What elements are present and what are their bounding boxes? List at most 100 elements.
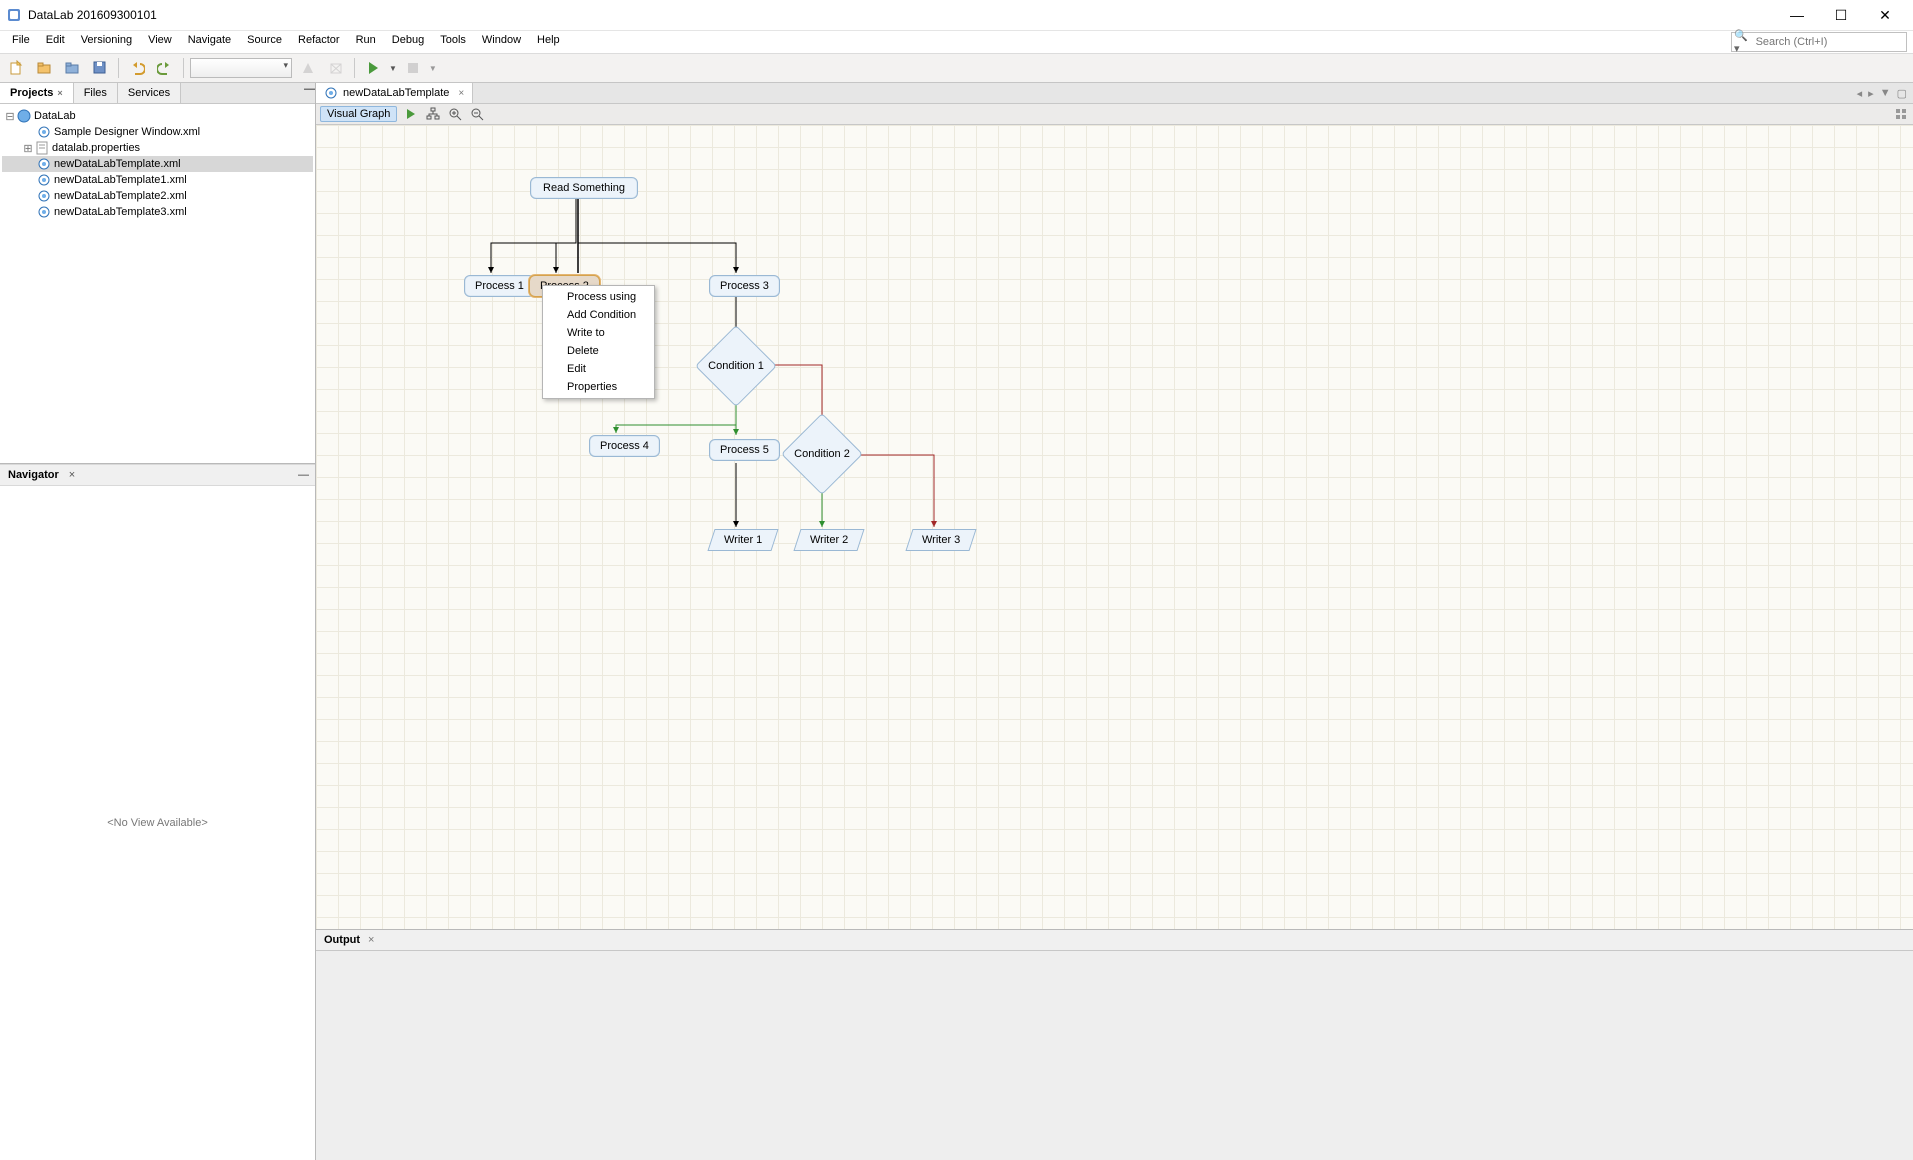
window-minimize-button[interactable]: — <box>1775 1 1819 29</box>
navigator-minimize-icon[interactable]: — <box>292 469 315 481</box>
ctx-write-to[interactable]: Write to <box>543 324 654 342</box>
editor-tab[interactable]: newDataLabTemplate × <box>316 83 473 103</box>
navigator-header: Navigator × — <box>0 464 315 486</box>
tab-scroll-left-icon[interactable]: ◂ <box>1857 87 1863 100</box>
tree-item[interactable]: newDataLabTemplate1.xml <box>2 172 313 188</box>
tab-projects[interactable]: Projects× <box>0 83 74 103</box>
output-panel: Output × <box>316 930 1913 1160</box>
new-project-button[interactable] <box>32 56 56 80</box>
tree-item[interactable]: ⊞ datalab.properties <box>2 140 313 156</box>
tree-item-label: newDataLabTemplate.xml <box>54 158 181 170</box>
tree-item-label: newDataLabTemplate1.xml <box>54 174 187 186</box>
tree-item[interactable]: Sample Designer Window.xml <box>2 124 313 140</box>
xml-file-icon <box>36 172 52 188</box>
ctx-process-using[interactable]: Process using <box>543 288 654 306</box>
menu-view[interactable]: View <box>140 31 180 53</box>
node-label: Process 1 <box>475 280 524 292</box>
save-all-button[interactable] <box>88 56 112 80</box>
debug-dropdown-icon[interactable]: ▼ <box>429 64 437 73</box>
tree-item[interactable]: newDataLabTemplate3.xml <box>2 204 313 220</box>
zoom-out-icon[interactable] <box>469 106 485 122</box>
maximize-editor-icon[interactable]: ▢ <box>1897 87 1907 100</box>
search-icon: 🔍▾ <box>1734 29 1751 55</box>
grid-toggle-icon[interactable] <box>1893 106 1909 122</box>
zoom-in-icon[interactable] <box>447 106 463 122</box>
global-search[interactable]: 🔍▾ <box>1731 32 1907 52</box>
menu-window[interactable]: Window <box>474 31 529 53</box>
tree-item-label: datalab.properties <box>52 142 140 154</box>
graph-canvas[interactable]: Read Something Process 1 Process 2 Proce… <box>316 125 1913 929</box>
redo-button[interactable] <box>153 56 177 80</box>
expand-icon[interactable]: ⊞ <box>22 142 34 155</box>
ctx-add-condition[interactable]: Add Condition <box>543 306 654 324</box>
tab-list-dropdown-icon[interactable]: ▼ <box>1880 87 1891 99</box>
run-dropdown-icon[interactable]: ▼ <box>389 64 397 73</box>
menu-file[interactable]: File <box>4 31 38 53</box>
node-process-1[interactable]: Process 1 <box>464 275 535 297</box>
node-writer-1[interactable]: Writer 1 <box>707 529 778 551</box>
node-label: Condition 1 <box>708 360 764 372</box>
editor-tabstrip: newDataLabTemplate × ◂ ▸ ▼ ▢ <box>316 83 1913 104</box>
menu-help[interactable]: Help <box>529 31 568 53</box>
window-maximize-button[interactable]: ☐ <box>1819 1 1863 29</box>
debug-button[interactable] <box>401 56 425 80</box>
run-graph-icon[interactable] <box>403 106 419 122</box>
menu-run[interactable]: Run <box>348 31 384 53</box>
title-bar: DataLab 201609300101 — ☐ ✕ <box>0 0 1913 31</box>
tab-files[interactable]: Files <box>74 83 118 103</box>
app-title: DataLab 201609300101 <box>28 8 157 22</box>
navigator-close-icon[interactable]: × <box>69 469 75 481</box>
node-condition-2[interactable]: Condition 2 <box>793 425 851 483</box>
expand-icon[interactable]: ⊟ <box>4 110 16 123</box>
menu-versioning[interactable]: Versioning <box>73 31 140 53</box>
xml-file-icon <box>36 156 52 172</box>
menu-tools[interactable]: Tools <box>432 31 474 53</box>
open-button[interactable] <box>60 56 84 80</box>
tree-item-label: newDataLabTemplate3.xml <box>54 206 187 218</box>
clean-build-button[interactable] <box>324 56 348 80</box>
editor-tab-nav: ◂ ▸ ▼ ▢ <box>1851 83 1913 103</box>
menu-source[interactable]: Source <box>239 31 290 53</box>
node-process-3[interactable]: Process 3 <box>709 275 780 297</box>
tab-services[interactable]: Services <box>118 83 181 103</box>
tab-scroll-right-icon[interactable]: ▸ <box>1868 87 1874 100</box>
menu-navigate[interactable]: Navigate <box>180 31 239 53</box>
tree-item-selected[interactable]: newDataLabTemplate.xml <box>2 156 313 172</box>
menu-debug[interactable]: Debug <box>384 31 432 53</box>
window-close-button[interactable]: ✕ <box>1863 1 1907 29</box>
node-label: Condition 2 <box>794 448 850 460</box>
editor-tab-close-icon[interactable]: × <box>458 88 464 99</box>
layout-icon[interactable] <box>425 106 441 122</box>
output-close-icon[interactable]: × <box>368 934 374 946</box>
node-label: Process 4 <box>600 440 649 452</box>
undo-button[interactable] <box>125 56 149 80</box>
tree-item[interactable]: newDataLabTemplate2.xml <box>2 188 313 204</box>
xml-file-icon <box>36 124 52 140</box>
build-button[interactable] <box>296 56 320 80</box>
projects-minimize-icon[interactable]: — <box>304 83 315 103</box>
tab-files-label: Files <box>84 87 107 99</box>
ctx-properties[interactable]: Properties <box>543 378 654 396</box>
editor-tab-label: newDataLabTemplate <box>343 87 449 99</box>
node-process-4[interactable]: Process 4 <box>589 435 660 457</box>
ctx-edit[interactable]: Edit <box>543 360 654 378</box>
node-label: Writer 2 <box>810 534 848 546</box>
project-tree[interactable]: ⊟ DataLab Sample Designer Window.xml ⊞ d… <box>0 104 315 463</box>
visual-graph-mode-button[interactable]: Visual Graph <box>320 106 397 122</box>
menu-edit[interactable]: Edit <box>38 31 73 53</box>
tab-projects-close-icon[interactable]: × <box>57 88 62 98</box>
tree-root[interactable]: ⊟ DataLab <box>2 108 313 124</box>
ctx-delete[interactable]: Delete <box>543 342 654 360</box>
config-combo[interactable] <box>190 58 292 78</box>
node-process-5[interactable]: Process 5 <box>709 439 780 461</box>
node-writer-2[interactable]: Writer 2 <box>793 529 864 551</box>
search-input[interactable] <box>1754 35 1904 49</box>
node-condition-1[interactable]: Condition 1 <box>707 337 765 395</box>
menu-refactor[interactable]: Refactor <box>290 31 348 53</box>
new-file-button[interactable] <box>4 56 28 80</box>
node-writer-3[interactable]: Writer 3 <box>905 529 976 551</box>
node-read[interactable]: Read Something <box>530 177 638 199</box>
run-button[interactable] <box>361 56 385 80</box>
output-body[interactable] <box>316 951 1913 1160</box>
left-tabstrip: Projects× Files Services — <box>0 83 315 104</box>
